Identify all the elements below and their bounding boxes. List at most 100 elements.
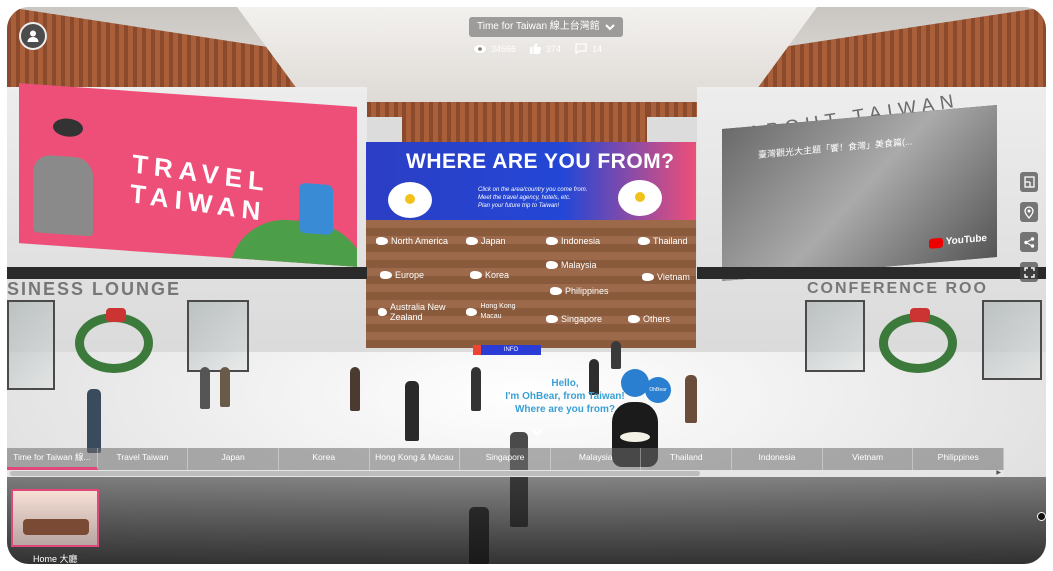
- side-toolbar: [1020, 172, 1038, 282]
- region-label: Japan: [481, 236, 506, 246]
- tab-philippines[interactable]: Philippines: [913, 448, 1005, 470]
- region-north-america[interactable]: North America: [376, 236, 448, 246]
- side-handle-icon[interactable]: [1037, 512, 1046, 521]
- tab-indonesia[interactable]: Indonesia: [732, 448, 823, 470]
- visitor-avatar[interactable]: [87, 389, 101, 453]
- likes-count: 374: [546, 43, 562, 54]
- map-shape-icon: [466, 308, 478, 316]
- tab-singapore[interactable]: Singapore: [460, 448, 551, 470]
- region-thailand[interactable]: Thailand: [638, 236, 688, 246]
- butterfly-icon: [53, 117, 83, 138]
- region-label: Others: [643, 314, 671, 324]
- region-vietnam[interactable]: Vietnam: [642, 272, 690, 282]
- map-shape-icon: [466, 237, 478, 245]
- comment-icon: [575, 43, 587, 54]
- map-shape-icon: [546, 261, 558, 269]
- tabs-scrollbar[interactable]: ▶: [7, 470, 1004, 477]
- info-button[interactable]: INFO: [473, 345, 541, 355]
- scene-thumbnail-home[interactable]: [11, 489, 99, 547]
- views-stat: 34666: [474, 44, 516, 54]
- tab-time-for-taiwan[interactable]: Time for Taiwan 線...: [7, 448, 98, 470]
- tab-malaysia[interactable]: Malaysia: [551, 448, 642, 470]
- region-label: North America: [391, 236, 449, 246]
- region-others[interactable]: Others: [628, 314, 670, 324]
- scroll-right-arrow-icon[interactable]: ▶: [996, 470, 1001, 477]
- travel-taiwan-title: TRAVEL TAIWAN: [129, 148, 271, 227]
- fullscreen-button[interactable]: [1020, 262, 1038, 282]
- tab-vietnam[interactable]: Vietnam: [823, 448, 914, 470]
- where-subtitle-line3: Plan your future trip to Taiwan!: [478, 203, 560, 209]
- region-hong-kong-macau[interactable]: Hong Kong Macau: [466, 302, 536, 322]
- plum-blossom-icon: [388, 182, 432, 218]
- chevron-down-icon: [531, 428, 543, 436]
- region-label: Korea: [485, 270, 510, 280]
- comments-stat[interactable]: 14: [575, 43, 602, 54]
- tour-title-dropdown[interactable]: Time for Taiwan 線上台灣館: [469, 17, 623, 37]
- region-label: Vietnam: [657, 272, 690, 282]
- map-shape-icon: [376, 237, 388, 245]
- video-frame: [722, 104, 997, 282]
- comments-count: 14: [592, 43, 603, 54]
- visitor-avatar[interactable]: [350, 367, 360, 411]
- business-lounge-sign: SINESS LOUNGE: [7, 279, 182, 299]
- collapse-panel-button[interactable]: [526, 425, 548, 439]
- map-shape-icon: [628, 315, 640, 323]
- christmas-wreath: [75, 308, 153, 373]
- scrollbar-thumb[interactable]: [10, 471, 700, 476]
- visitor-avatar[interactable]: [200, 367, 210, 409]
- region-japan[interactable]: Japan: [466, 236, 506, 246]
- tab-hong-kong-macau[interactable]: Hong Kong & Macau: [370, 448, 461, 470]
- floorplan-icon: [1023, 176, 1035, 188]
- speech-line2: I'm OhBear, from Taiwan!: [505, 391, 625, 402]
- visitor-avatar[interactable]: [611, 341, 621, 369]
- likes-stat[interactable]: 374: [530, 43, 561, 54]
- map-shape-icon: [470, 271, 482, 279]
- floorplan-button[interactable]: [1020, 172, 1038, 192]
- visitor-avatar[interactable]: [471, 367, 481, 411]
- map-shape-icon: [550, 287, 562, 295]
- where-title: WHERE ARE YOU FROM?: [406, 150, 675, 173]
- visitor-avatar[interactable]: [685, 375, 697, 423]
- region-singapore[interactable]: Singapore: [546, 314, 602, 324]
- map-shape-icon: [638, 237, 650, 245]
- tab-travel-taiwan[interactable]: Travel Taiwan: [98, 448, 189, 470]
- tab-thailand[interactable]: Thailand: [641, 448, 733, 470]
- user-profile-button[interactable]: [19, 22, 47, 50]
- location-button[interactable]: [1020, 202, 1038, 222]
- where-subtitle: Click on the area/country you come from.…: [478, 186, 618, 210]
- fullscreen-icon: [1023, 266, 1035, 278]
- region-label: Philippines: [565, 286, 609, 296]
- region-korea[interactable]: Korea: [470, 270, 509, 280]
- tab-korea[interactable]: Korea: [279, 448, 370, 470]
- where-subtitle-line2: Meet the travel agency, hotels, etc.: [478, 195, 571, 201]
- region-label: Thailand: [653, 236, 688, 246]
- region-philippines[interactable]: Philippines: [550, 286, 609, 296]
- stone-lion-illustration: [33, 154, 93, 237]
- glass-door: [982, 300, 1042, 380]
- region-malaysia[interactable]: Malaysia: [546, 260, 597, 270]
- region-label: Malaysia: [561, 260, 597, 270]
- map-shape-icon: [380, 271, 392, 279]
- about-taiwan-video-screen[interactable]: 臺灣觀光大主題「饗！食灣」美食篇(... YouTube: [722, 104, 997, 282]
- travel-taiwan-billboard[interactable]: TRAVEL TAIWAN: [19, 83, 357, 267]
- map-shape-icon: [642, 273, 654, 281]
- share-button[interactable]: [1020, 232, 1038, 252]
- where-are-you-from-banner: WHERE ARE YOU FROM? Click on the area/co…: [366, 142, 696, 220]
- visitor-avatar[interactable]: [405, 381, 419, 441]
- balloon-text: OhBear: [649, 387, 667, 393]
- region-europe[interactable]: Europe: [380, 270, 424, 280]
- girl-illustration: [299, 182, 333, 236]
- user-icon: [27, 30, 39, 42]
- visitor-avatar[interactable]: [220, 367, 230, 407]
- region-indonesia[interactable]: Indonesia: [546, 236, 600, 246]
- views-count: 34666: [491, 43, 517, 54]
- tab-japan[interactable]: Japan: [188, 448, 279, 470]
- region-label: Australia New Zealand: [390, 302, 446, 322]
- virtual-tour-viewer[interactable]: TRAVEL TAIWAN WHERE ARE YOU FROM? Click …: [7, 7, 1046, 564]
- wood-wall-center: [402, 102, 647, 147]
- region-label: Indonesia: [561, 236, 601, 246]
- region-australia-new-zealand[interactable]: Australia New Zealand: [378, 302, 458, 322]
- glass-door: [805, 300, 865, 372]
- balloon-icon: OhBear: [645, 377, 671, 403]
- map-shape-icon: [546, 315, 558, 323]
